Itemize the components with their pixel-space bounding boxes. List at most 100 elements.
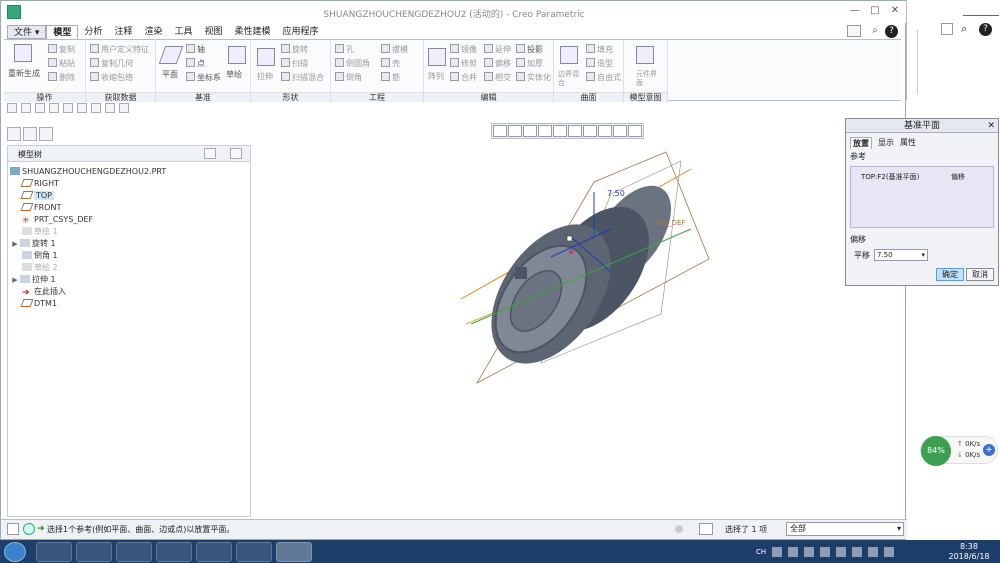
tab-display[interactable]: 显示 — [878, 137, 894, 149]
ribbon-toggle-icon[interactable] — [847, 25, 861, 37]
tray-icon[interactable] — [852, 547, 863, 557]
network-speed-widget[interactable]: 84% ↑ 0K/s ↓ 0K/s + — [920, 436, 998, 466]
taskbar-app-browser[interactable] — [196, 542, 232, 562]
clock[interactable]: 8:38 2018/6/18 — [944, 542, 994, 562]
dimension-value[interactable]: 7.50 — [607, 189, 625, 198]
group-label-datum[interactable]: 基准 — [156, 92, 250, 102]
thicken-button[interactable]: 加厚 — [516, 58, 543, 69]
fill-button[interactable]: 填充 — [586, 44, 613, 55]
sketch-button[interactable]: 草绘 — [226, 70, 242, 80]
view-manager-icon[interactable] — [583, 125, 597, 137]
favorites-tab-icon[interactable] — [39, 127, 53, 141]
redo-icon[interactable] — [63, 103, 73, 113]
shell-button[interactable]: 壳 — [381, 58, 400, 69]
taskbar-app-creo[interactable] — [276, 542, 312, 562]
tree-node-insert-here[interactable]: ➜ 在此插入 — [22, 286, 66, 298]
plane-button[interactable]: 平面 — [162, 70, 178, 80]
extend-button[interactable]: 延伸 — [484, 44, 511, 55]
saved-views-icon[interactable] — [568, 125, 582, 137]
group-label-engineering[interactable]: 工程 — [331, 92, 423, 102]
help-icon[interactable]: ? — [885, 25, 898, 38]
refit-icon[interactable] — [493, 125, 507, 137]
chamfer-button[interactable]: 倒角 — [335, 72, 362, 83]
tab-annotate[interactable]: 注释 — [108, 25, 138, 39]
close-window-icon[interactable] — [105, 103, 115, 113]
axis-button[interactable]: 轴 — [186, 44, 205, 55]
tab-placement[interactable]: 放置 — [850, 137, 872, 149]
browser-toggle-icon[interactable] — [23, 523, 35, 535]
reference-item[interactable]: TOP:F2(基准平面) — [861, 172, 919, 182]
handle-point[interactable] — [569, 250, 573, 254]
merge-button[interactable]: 合并 — [450, 72, 477, 83]
tab-properties[interactable]: 属性 — [900, 137, 916, 149]
tray-icon[interactable] — [820, 547, 831, 557]
help-icon[interactable]: ? — [979, 23, 992, 36]
tree-node-dtm1[interactable]: DTM1 — [20, 298, 57, 310]
tray-icon[interactable] — [836, 547, 847, 557]
repaint-icon[interactable] — [538, 125, 552, 137]
copy-button[interactable]: 复制 — [48, 44, 75, 55]
tree-node-sketch1[interactable]: 草绘 1 — [22, 226, 58, 238]
group-label-get-data[interactable]: 获取数据 — [86, 92, 155, 102]
ok-button[interactable]: 确定 — [936, 268, 964, 281]
maximize-button[interactable]: □ — [867, 4, 883, 18]
intersect-button[interactable]: 相交 — [484, 72, 511, 83]
regenerate-small-icon[interactable] — [77, 103, 87, 113]
start-button[interactable] — [4, 542, 26, 562]
taskbar-app-paint[interactable] — [236, 542, 272, 562]
volume-icon[interactable] — [884, 547, 895, 557]
tray-icon[interactable] — [772, 547, 783, 557]
taskbar-app-cloud[interactable] — [156, 542, 192, 562]
graphics-window[interactable]: 7.50 SYS_DEF — [251, 119, 846, 517]
tree-node-top[interactable]: TOP — [20, 190, 55, 202]
reference-constraint[interactable]: 偏移 — [951, 172, 965, 182]
delete-button[interactable]: 删除 — [48, 72, 75, 83]
taskbar-app-chrome[interactable] — [36, 542, 72, 562]
undo-icon[interactable] — [49, 103, 59, 113]
minimize-button[interactable]: — — [847, 4, 863, 18]
draft-button[interactable]: 拔模 — [381, 44, 408, 55]
tree-node-sketch2[interactable]: 草绘 2 — [22, 262, 58, 274]
project-button[interactable]: 投影 — [516, 44, 543, 55]
ribbon-toggle-icon[interactable] — [941, 23, 953, 35]
revolve-button[interactable]: 旋转 — [281, 44, 308, 55]
tab-view[interactable]: 视图 — [198, 25, 228, 39]
tree-node-revolve1[interactable]: ▶ 旋转 1 — [10, 238, 56, 250]
pattern-button[interactable]: 阵列 — [428, 72, 444, 82]
selection-buffer-icon[interactable] — [699, 523, 713, 535]
shrinkwrap-button[interactable]: 收缩包络 — [90, 72, 133, 83]
boundary-blend-button[interactable]: 边界混合 — [558, 70, 582, 88]
swept-blend-button[interactable]: 扫描混合 — [281, 72, 324, 83]
tree-node-extrude1[interactable]: ▶ 拉伸 1 — [10, 274, 56, 286]
save-icon[interactable] — [35, 103, 45, 113]
hole-button[interactable]: 孔 — [335, 44, 354, 55]
annotation-display-icon[interactable] — [628, 125, 642, 137]
selection-filter[interactable]: 全部 ▾ — [786, 522, 904, 536]
search-icon[interactable]: ⌕ — [961, 22, 967, 36]
tree-node-chamfer1[interactable]: 倒角 1 — [22, 250, 58, 262]
rib-button[interactable]: 筋 — [381, 72, 400, 83]
tree-node-csys[interactable]: ✳ PRT_CSYS_DEF — [22, 214, 93, 226]
freestyle-button[interactable]: 自由式 — [586, 72, 621, 83]
language-indicator[interactable]: CH — [756, 548, 766, 556]
drag-handle[interactable] — [566, 235, 573, 242]
tab-model[interactable]: 模型 — [46, 25, 79, 39]
copy-geometry-button[interactable]: 复制几何 — [90, 58, 133, 69]
new-icon[interactable] — [7, 103, 17, 113]
style-button[interactable]: 造型 — [586, 58, 613, 69]
customize-toolbar-icon[interactable] — [119, 103, 129, 113]
expand-icon[interactable]: ▶ — [10, 274, 20, 286]
group-label-editing[interactable]: 编辑 — [424, 92, 553, 102]
tab-tools[interactable]: 工具 — [168, 25, 198, 39]
display-style-icon[interactable] — [553, 125, 567, 137]
tree-node-right[interactable]: RIGHT — [20, 178, 59, 190]
udf-button[interactable]: 用户定义特征 — [90, 44, 149, 55]
tree-node-front[interactable]: FRONT — [20, 202, 61, 214]
offset-button[interactable]: 偏移 — [484, 58, 511, 69]
component-interface-button[interactable]: 元件界面 — [636, 70, 660, 88]
taskbar-app-media[interactable] — [116, 542, 152, 562]
model-tree-tab-icon[interactable] — [7, 127, 21, 141]
tree-columns-icon[interactable] — [230, 148, 242, 159]
add-icon[interactable]: + — [983, 444, 995, 456]
close-button[interactable]: ✕ — [887, 4, 903, 18]
